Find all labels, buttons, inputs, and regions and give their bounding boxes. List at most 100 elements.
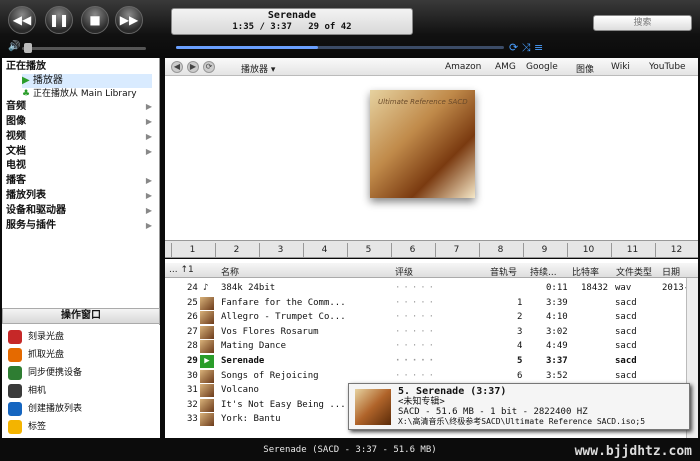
table-row[interactable]: 30 Songs of Rejoicing ····· 6 3:52 sacd bbox=[165, 369, 685, 384]
tab-9[interactable]: 9 bbox=[523, 243, 565, 257]
burn-disc-icon bbox=[8, 329, 22, 344]
action-camera[interactable]: 相机 bbox=[8, 383, 46, 399]
link-wiki[interactable]: Wiki bbox=[611, 62, 630, 72]
chevron-right-icon: ▶ bbox=[145, 191, 152, 200]
play-icon: ▶ bbox=[22, 75, 30, 86]
action-label: 标签 bbox=[28, 422, 47, 432]
row-number: 31 bbox=[187, 385, 198, 396]
track-thumbnail bbox=[200, 311, 214, 325]
sidebar-item-documents[interactable]: 文档 ▶ bbox=[6, 145, 156, 159]
volume-slider[interactable] bbox=[22, 47, 146, 50]
player-label: 播放器 bbox=[32, 75, 63, 86]
table-row[interactable]: 24 ♪ 384k 24bit ····· 0:11 18432 wav 2013- bbox=[165, 281, 689, 296]
row-filetype: sacd bbox=[615, 341, 637, 352]
pause-button[interactable]: ❚❚ bbox=[45, 6, 73, 34]
chevron-right-icon: ▶ bbox=[145, 206, 152, 215]
library-icon: ♣ bbox=[22, 89, 31, 99]
sidebar-item-video[interactable]: 视频 ▶ bbox=[6, 130, 156, 144]
rating-stars[interactable]: ····· bbox=[395, 296, 437, 311]
rating-stars[interactable]: ····· bbox=[395, 369, 437, 384]
col-bitrate[interactable]: 比特率 bbox=[572, 265, 599, 278]
link-amazon[interactable]: Amazon bbox=[445, 62, 481, 72]
tab-3[interactable]: 3 bbox=[259, 243, 301, 257]
sidebar-item-images[interactable]: 图像 ▶ bbox=[6, 115, 156, 129]
volume-knob[interactable] bbox=[24, 43, 32, 53]
tab-5[interactable]: 5 bbox=[347, 243, 389, 257]
col-number[interactable]: ... ↑1 bbox=[169, 265, 194, 275]
action-rip-disc[interactable]: 抓取光盘 bbox=[8, 347, 64, 363]
col-date[interactable]: 日期 bbox=[662, 265, 680, 278]
tab-10[interactable]: 10 bbox=[567, 243, 609, 257]
action-burn-disc[interactable]: 刻录光盘 bbox=[8, 329, 64, 345]
tab-6[interactable]: 6 bbox=[391, 243, 433, 257]
row-name: Serenade bbox=[221, 356, 265, 366]
table-row[interactable]: 28 Mating Dance ····· 4 4:49 sacd bbox=[165, 339, 685, 354]
browser-navbar: ◀ ▶ ⟳ 播放器 ▾ Amazon AMG Google 图像 Wiki Yo… bbox=[165, 58, 698, 76]
tab-12[interactable]: 12 bbox=[655, 243, 697, 257]
link-youtube[interactable]: YouTube bbox=[649, 62, 686, 72]
sidebar-item-library[interactable]: ♣ 正在播放从 Main Library bbox=[22, 87, 172, 101]
sidebar-label: 设备和驱动器 bbox=[6, 205, 66, 216]
sidebar-item-audio[interactable]: 音频 ▶ bbox=[6, 100, 156, 114]
track-thumbnail bbox=[200, 340, 214, 354]
tab-strip: 1 2 3 4 5 6 7 8 9 10 11 12 bbox=[165, 240, 698, 258]
tooltip-album-art bbox=[355, 389, 391, 425]
table-row[interactable]: 25 Fanfare for the Comm... ····· 1 3:39 sacd bbox=[165, 296, 685, 311]
row-name: 384k 24bit bbox=[221, 283, 276, 293]
sidebar-item-devices[interactable]: 设备和驱动器 ▶ bbox=[6, 204, 156, 218]
row-number: 29 bbox=[187, 356, 198, 366]
repeat-shuffle-icons[interactable]: ⟳ ⤨ ≡ bbox=[509, 41, 543, 55]
action-tags[interactable]: 标签 bbox=[8, 419, 46, 435]
sidebar-item-podcast[interactable]: 播客 ▶ bbox=[6, 174, 156, 188]
track-thumbnail bbox=[200, 413, 214, 427]
rating-stars[interactable]: ····· bbox=[395, 354, 437, 369]
col-filetype[interactable]: 文件类型 bbox=[616, 265, 652, 278]
watermark: www.bjjdhtz.com bbox=[574, 444, 692, 459]
tab-11[interactable]: 11 bbox=[611, 243, 653, 257]
link-amg[interactable]: AMG bbox=[495, 62, 516, 72]
col-name[interactable]: 名称 bbox=[221, 265, 239, 278]
table-row[interactable]: 26 Allegro - Trumpet Co... ····· 2 4:10 sacd bbox=[165, 310, 685, 325]
chevron-right-icon: ▶ bbox=[145, 132, 152, 141]
rip-disc-icon bbox=[8, 347, 22, 362]
previous-button[interactable]: ◀◀ bbox=[8, 6, 36, 34]
rating-stars[interactable]: ····· bbox=[395, 310, 437, 325]
col-duration[interactable]: 持续... bbox=[530, 265, 557, 278]
action-create-playlist[interactable]: 创建播放列表 bbox=[8, 401, 82, 417]
album-art: Ultimate Reference SACD bbox=[370, 90, 475, 198]
link-images[interactable]: 图像 bbox=[576, 62, 594, 75]
col-track[interactable]: 音轨号 bbox=[490, 265, 517, 278]
action-sync-device[interactable]: 同步便携设备 bbox=[8, 365, 82, 381]
tab-8[interactable]: 8 bbox=[479, 243, 521, 257]
player-dropdown[interactable]: 播放器 ▾ bbox=[241, 62, 275, 75]
rating-stars[interactable]: ····· bbox=[395, 325, 437, 340]
row-number: 33 bbox=[187, 414, 198, 425]
tab-4[interactable]: 4 bbox=[303, 243, 345, 257]
playlist-header: ... ↑1 名称 评级 音轨号 持续... 比特率 文件类型 日期 bbox=[165, 263, 698, 278]
sidebar-item-player[interactable]: ▶ 播放器 bbox=[22, 74, 152, 88]
volume-icon[interactable]: 🔊 bbox=[8, 41, 20, 52]
tooltip-album: <未知专辑> bbox=[398, 397, 445, 407]
link-google[interactable]: Google bbox=[526, 62, 558, 72]
tab-7[interactable]: 7 bbox=[435, 243, 477, 257]
table-row[interactable]: 29 ▶ Serenade ····· 5 3:37 sacd bbox=[165, 354, 685, 369]
sidebar-item-playlists[interactable]: 播放列表 ▶ bbox=[6, 189, 156, 203]
forward-icon[interactable]: ▶ bbox=[187, 61, 199, 73]
sidebar-item-tv[interactable]: 电视 bbox=[6, 159, 156, 173]
stop-button[interactable]: ■ bbox=[81, 6, 109, 34]
table-row[interactable]: 27 Vos Flores Rosarum ····· 3 3:02 sacd bbox=[165, 325, 685, 340]
row-duration: 0:11 bbox=[546, 283, 568, 293]
chevron-right-icon: ▶ bbox=[145, 221, 152, 230]
sidebar-item-services[interactable]: 服务与插件 ▶ bbox=[6, 219, 156, 233]
rating-stars[interactable]: ····· bbox=[395, 339, 437, 354]
action-window-header[interactable]: 操作窗口 bbox=[2, 308, 160, 324]
col-rating[interactable]: 评级 bbox=[395, 265, 413, 278]
tab-1[interactable]: 1 bbox=[171, 243, 213, 257]
search-input[interactable]: 搜索 bbox=[593, 15, 692, 31]
tab-2[interactable]: 2 bbox=[215, 243, 257, 257]
sidebar-now-playing[interactable]: 正在播放 bbox=[6, 60, 156, 74]
back-icon[interactable]: ◀ bbox=[171, 61, 183, 73]
next-button[interactable]: ▶▶ bbox=[115, 6, 143, 34]
rating-stars[interactable]: ····· bbox=[395, 281, 437, 296]
refresh-icon[interactable]: ⟳ bbox=[203, 61, 215, 73]
